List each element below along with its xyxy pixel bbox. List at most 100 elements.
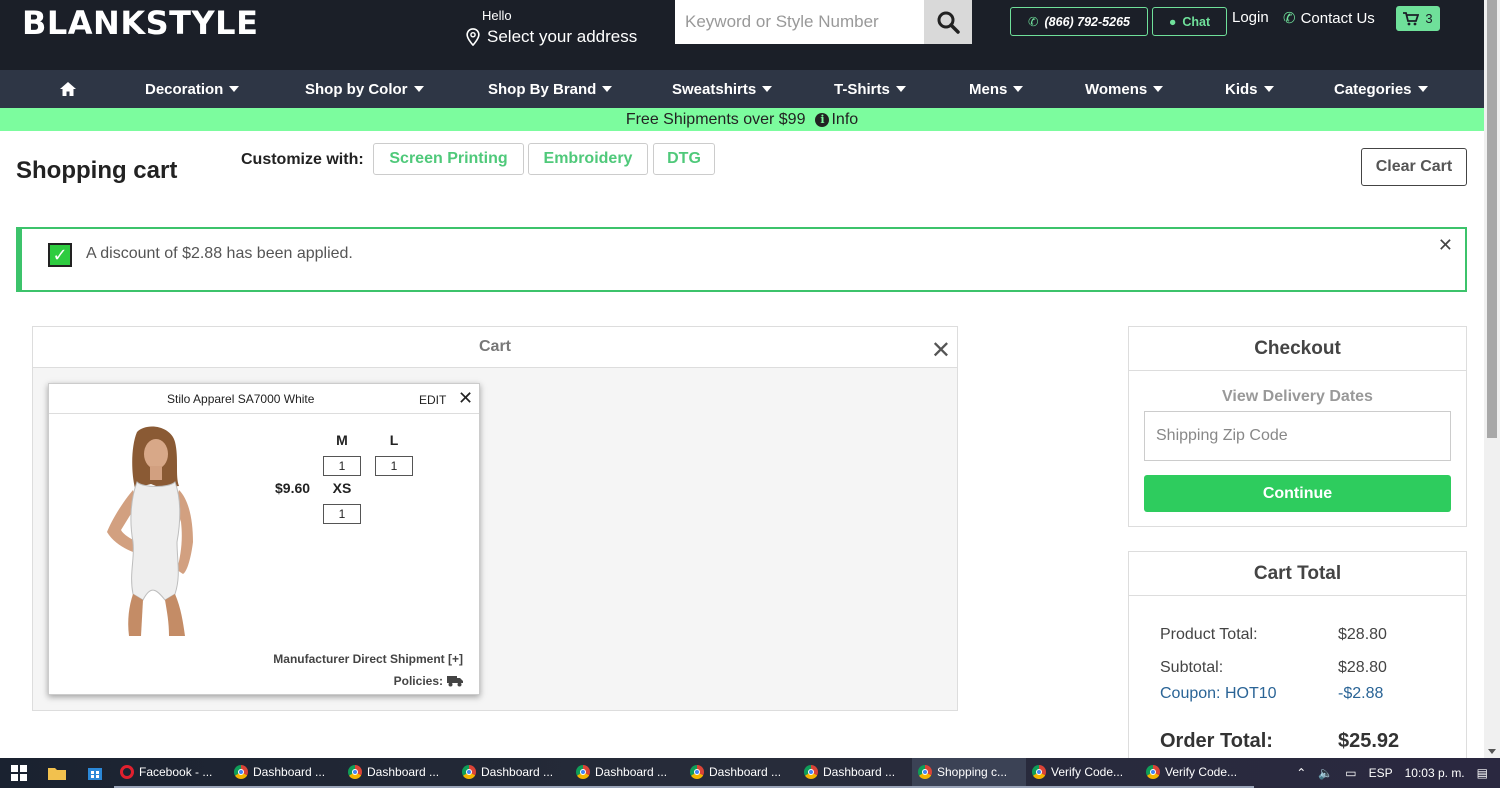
embroidery-button[interactable]: Embroidery: [528, 143, 648, 175]
contact-us-link[interactable]: ✆ Contact Us: [1283, 9, 1375, 28]
scroll-down-arrow-icon[interactable]: [1488, 749, 1496, 754]
nav-womens[interactable]: Womens: [1085, 70, 1164, 108]
task-label: Shopping c...: [937, 765, 1008, 779]
chat-bubble-icon: ●: [1168, 14, 1177, 29]
customize-label: Customize with:: [241, 151, 364, 168]
coupon-label[interactable]: Coupon: HOT10: [1160, 685, 1277, 703]
chrome-icon: [462, 765, 476, 779]
cart-item-card: Stilo Apparel SA7000 White EDIT ✕ $9.60 …: [48, 383, 480, 695]
address-selector[interactable]: Select your address: [465, 27, 637, 47]
file-explorer-icon[interactable]: [38, 758, 76, 788]
store-icon[interactable]: [76, 758, 114, 788]
caret-down-icon: [602, 86, 613, 92]
continue-button[interactable]: Continue: [1144, 475, 1451, 512]
size-label: M: [336, 432, 348, 448]
nav-shop-by-color[interactable]: Shop by Color: [305, 70, 424, 108]
network-icon[interactable]: ▭: [1345, 766, 1356, 780]
start-button[interactable]: [0, 758, 38, 788]
close-icon[interactable]: ✕: [1438, 235, 1453, 256]
notification-icon[interactable]: ▤: [1477, 766, 1488, 780]
quantity-input-l[interactable]: [375, 456, 413, 476]
policies-label: Policies:: [393, 674, 443, 688]
nav-label: T-Shirts: [834, 80, 890, 98]
product-total-label: Product Total:: [1160, 626, 1258, 643]
task-label: Dashboard ...: [595, 765, 668, 779]
clear-cart-button[interactable]: Clear Cart: [1361, 148, 1467, 186]
info-icon[interactable]: i: [815, 112, 830, 127]
close-icon[interactable]: ✕: [931, 331, 951, 371]
chat-button[interactable]: ● Chat: [1152, 7, 1227, 36]
shopping-cart-icon: [1403, 11, 1420, 25]
chrome-icon: [576, 765, 590, 779]
caret-down-icon: [413, 86, 424, 92]
nav-sweatshirts[interactable]: Sweatshirts: [672, 70, 773, 108]
chrome-icon: [348, 765, 362, 779]
promo-banner: Free Shipments over $99 i Info: [0, 108, 1484, 131]
taskbar-item-verify-code[interactable]: Verify Code...: [1026, 758, 1140, 788]
volume-icon[interactable]: 🔈: [1318, 766, 1333, 780]
nav-kids[interactable]: Kids: [1225, 70, 1274, 108]
quantity-input-xs[interactable]: [323, 504, 361, 524]
system-tray: ⌃ 🔈 ▭ ESP 10:03 p. m. ▤: [1296, 758, 1500, 788]
chevron-up-icon[interactable]: ⌃: [1296, 766, 1306, 780]
checkmark-icon: ✓: [48, 243, 72, 267]
taskbar-item-dashboard[interactable]: Dashboard ...: [798, 758, 912, 788]
phone-icon: ✆: [1283, 10, 1296, 27]
edit-button[interactable]: EDIT: [419, 393, 446, 407]
chrome-icon: [690, 765, 704, 779]
scrollbar-thumb[interactable]: [1487, 0, 1497, 438]
nav-label: Decoration: [145, 80, 224, 98]
promo-text: Free Shipments over $99: [625, 110, 806, 128]
nav-label: Womens: [1085, 80, 1148, 98]
task-label: Dashboard ...: [253, 765, 326, 779]
login-link[interactable]: Login: [1232, 9, 1269, 26]
task-label: Dashboard ...: [367, 765, 440, 779]
clock[interactable]: 10:03 p. m.: [1405, 766, 1465, 780]
taskbar-item-shopping-cart[interactable]: Shopping c...: [912, 758, 1026, 788]
delivery-dates-label: View Delivery Dates: [1222, 388, 1373, 405]
cart-button[interactable]: 3: [1396, 6, 1440, 31]
nav-tshirts[interactable]: T-Shirts: [834, 70, 906, 108]
taskbar-item-dashboard[interactable]: Dashboard ...: [456, 758, 570, 788]
nav-label: Categories: [1334, 80, 1412, 98]
chat-label: Chat: [1182, 14, 1211, 29]
policies-link[interactable]: Policies:: [394, 674, 463, 688]
search-input[interactable]: [675, 0, 925, 44]
nav-categories[interactable]: Categories: [1334, 70, 1428, 108]
taskbar-item-dashboard[interactable]: Dashboard ...: [570, 758, 684, 788]
shipment-toggle[interactable]: Manufacturer Direct Shipment [+]: [273, 652, 463, 666]
site-logo[interactable]: BLANKSTYLE: [22, 4, 258, 42]
taskbar-item-dashboard[interactable]: Dashboard ...: [684, 758, 798, 788]
quantity-input-m[interactable]: [323, 456, 361, 476]
phone-icon: ✆: [1028, 15, 1039, 29]
taskbar-item-verify-code[interactable]: Verify Code...: [1140, 758, 1254, 788]
page-scrollbar[interactable]: [1484, 0, 1500, 758]
task-label: Facebook - ...: [139, 765, 213, 779]
contact-label: Contact Us: [1300, 9, 1375, 27]
zip-code-input[interactable]: [1144, 411, 1451, 461]
nav-mens[interactable]: Mens: [969, 70, 1024, 108]
taskbar-item-dashboard[interactable]: Dashboard ...: [342, 758, 456, 788]
caret-down-icon: [229, 86, 240, 92]
caret-down-icon: [1153, 86, 1164, 92]
address-text: Select your address: [487, 27, 638, 46]
caret-down-icon: [762, 86, 773, 92]
search-button[interactable]: [924, 0, 972, 44]
phone-button[interactable]: ✆ (866) 792-5265: [1010, 7, 1148, 36]
taskbar-item-facebook[interactable]: Facebook - ...: [114, 758, 228, 788]
caret-down-icon: [1263, 86, 1274, 92]
promo-info-link[interactable]: Info: [831, 111, 858, 129]
screen-printing-button[interactable]: Screen Printing: [373, 143, 524, 175]
remove-item-icon[interactable]: ✕: [458, 388, 473, 409]
dtg-button[interactable]: DTG: [653, 143, 715, 175]
checkout-box: Checkout View Delivery Dates Continue: [1128, 326, 1467, 527]
windows-logo-icon: [11, 765, 27, 781]
taskbar-item-dashboard[interactable]: Dashboard ...: [228, 758, 342, 788]
language-indicator[interactable]: ESP: [1369, 766, 1393, 780]
home-link[interactable]: [59, 70, 77, 108]
chrome-icon: [804, 765, 818, 779]
nav-shop-by-brand[interactable]: Shop By Brand: [488, 70, 613, 108]
task-label: Dashboard ...: [823, 765, 896, 779]
nav-decoration[interactable]: Decoration: [145, 70, 240, 108]
cart-panel: Cart ✕ Stilo Apparel SA7000 White EDIT ✕: [32, 326, 958, 711]
